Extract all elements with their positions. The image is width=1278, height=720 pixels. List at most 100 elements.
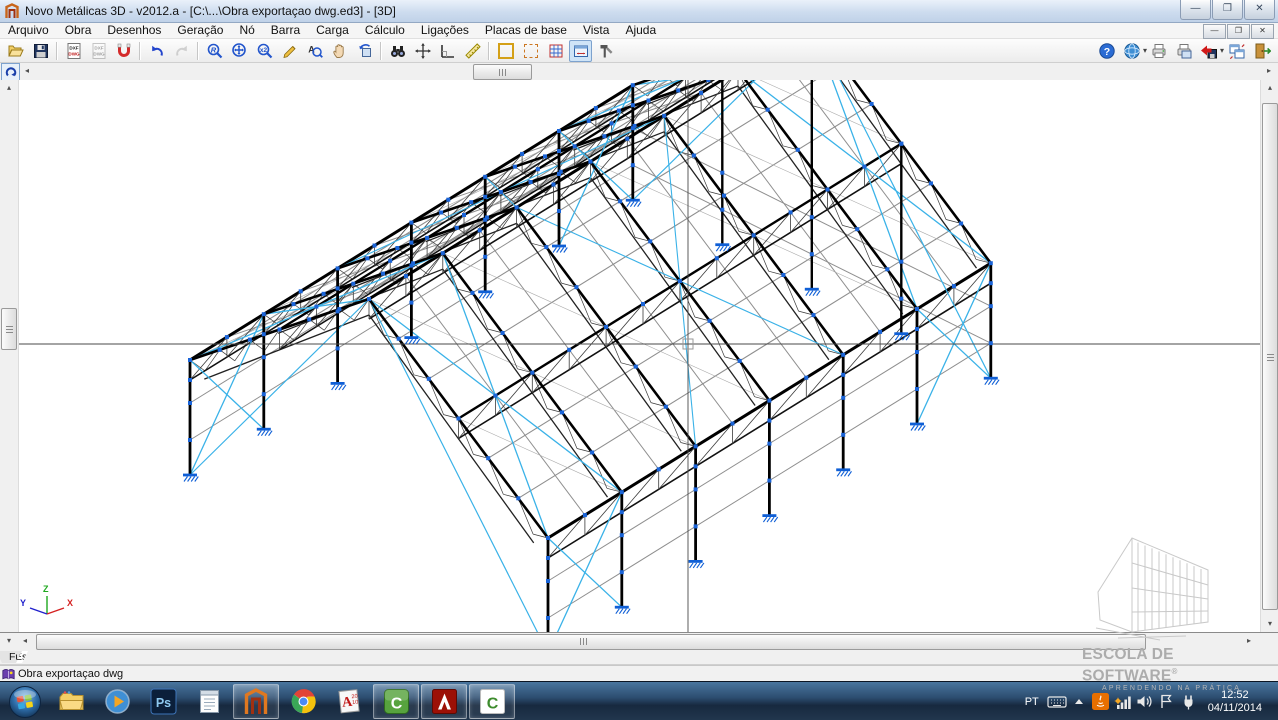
taskbar-app-camtasia-studio[interactable]: C <box>469 684 515 719</box>
menu-item-barra[interactable]: Barra <box>263 23 308 38</box>
rotate-mode-button[interactable] <box>1 63 20 81</box>
menu-item-vista[interactable]: Vista <box>575 23 617 38</box>
menu-item-geracao[interactable]: Geração <box>169 23 231 38</box>
scroll-left-arrow-bottom[interactable]: ◂ <box>18 633 32 649</box>
undo-button[interactable] <box>145 40 168 62</box>
help-button[interactable]: ? <box>1096 40 1119 62</box>
right-scrollbar-thumb[interactable] <box>1262 103 1278 610</box>
taskbar-app-camtasia-recorder[interactable]: C <box>373 684 419 719</box>
open-button[interactable] <box>4 40 27 62</box>
selection-rect-button[interactable] <box>519 40 542 62</box>
taskbar-clock[interactable]: 12:5204/11/2014 <box>1200 689 1272 715</box>
print-button[interactable] <box>1148 40 1171 62</box>
binoculars-button[interactable] <box>386 40 409 62</box>
tray-network-icon[interactable] <box>1112 693 1134 711</box>
tray-volume-icon[interactable] <box>1134 693 1156 711</box>
scroll-down-arrow-right[interactable]: ▾ <box>1261 616 1278 632</box>
horizontal-scrollbar[interactable]: ▾ ◂ ▸ <box>0 632 1278 651</box>
save-button[interactable] <box>29 40 52 62</box>
3d-model-canvas[interactable] <box>18 80 1260 632</box>
web-globe-button[interactable] <box>1121 40 1144 62</box>
svg-text:C: C <box>486 696 498 713</box>
taskbar-app-chrome[interactable] <box>281 685 325 718</box>
menu-item-ligacoes[interactable]: Ligações <box>413 23 477 38</box>
menu-item-obra[interactable]: Obra <box>57 23 100 38</box>
tools-hammer-button[interactable] <box>594 40 617 62</box>
zoom-x2-button[interactable]: x2 <box>253 40 276 62</box>
menu-item-ajuda[interactable]: Ajuda <box>617 23 664 38</box>
edit-pencil-button[interactable] <box>278 40 301 62</box>
tray-hidden-icons-icon[interactable] <box>1068 693 1090 711</box>
taskbar-app-photoshop[interactable]: Ps <box>141 685 185 718</box>
rotation-scrollbar-horizontal[interactable]: ◂ ▸ <box>0 63 1278 81</box>
start-button[interactable] <box>3 685 47 718</box>
move-node-button[interactable] <box>411 40 434 62</box>
taskbar-app-windows-explorer[interactable] <box>49 685 93 718</box>
3d-viewport[interactable] <box>18 80 1260 632</box>
windows-explorer-icon <box>58 688 85 715</box>
web-globe-dropdown-arrow[interactable]: ▾ <box>1143 46 1147 55</box>
minimize-button[interactable]: — <box>1180 0 1211 20</box>
scroll-right-arrow-bottom[interactable]: ▸ <box>1242 633 1256 649</box>
menu-item-no[interactable]: Nó <box>231 23 262 38</box>
mdi-minimize-button[interactable]: — <box>1203 24 1226 39</box>
find-text-button[interactable]: A <box>303 40 326 62</box>
frame-rect-button[interactable] <box>494 40 517 62</box>
bottom-scrollbar-thumb[interactable] <box>36 634 1146 650</box>
undo-icon <box>148 42 166 60</box>
left-scrollbar-thumb[interactable] <box>1 308 17 350</box>
taskbar-app-media-player[interactable] <box>95 685 139 718</box>
taskbar-app-notepad[interactable] <box>187 685 231 718</box>
taskbar-app-autocad[interactable]: A2010 <box>327 685 371 718</box>
rotation-scrollbar-thumb[interactable] <box>473 64 532 80</box>
menu-item-desenhos[interactable]: Desenhos <box>99 23 169 38</box>
export-disk-button[interactable] <box>1198 40 1221 62</box>
print-preview-button[interactable] <box>1173 40 1196 62</box>
menu-item-arquivo[interactable]: Arquivo <box>0 23 57 38</box>
toolbar-separator <box>488 42 490 60</box>
menu-item-carga[interactable]: Carga <box>308 23 357 38</box>
scroll-left-arrow[interactable]: ◂ <box>20 63 34 79</box>
tray-java-icon[interactable] <box>1090 693 1112 711</box>
mdi-close-button[interactable]: ✕ <box>1251 24 1274 39</box>
frame-rect-icon <box>498 43 514 59</box>
restore-button[interactable]: ❐ <box>1212 0 1243 20</box>
tray-keyboard-icon[interactable] <box>1046 693 1068 711</box>
tray-power-plug-icon[interactable] <box>1178 693 1200 711</box>
sheet-tab-bar: Estrutura Fundação <box>0 651 1278 665</box>
rotation-scrollbar-vertical[interactable]: ▴ <box>0 80 19 632</box>
exit-door-button[interactable] <box>1250 40 1273 62</box>
title-bar[interactable]: Novo Metálicas 3D - v2012.a - [C:\...\Ob… <box>0 0 1278 23</box>
menu-item-placas-de-base[interactable]: Placas de base <box>477 23 575 38</box>
close-button[interactable]: ✕ <box>1244 0 1275 20</box>
perpendicular-button[interactable] <box>436 40 459 62</box>
scroll-up-arrow-right[interactable]: ▴ <box>1261 80 1278 96</box>
scroll-down-arrow-left[interactable]: ▾ <box>0 633 18 649</box>
export-disk-dropdown-arrow[interactable]: ▾ <box>1220 46 1224 55</box>
zoom-extents-button[interactable] <box>228 40 251 62</box>
perpendicular-icon <box>439 42 457 60</box>
redo-button[interactable] <box>170 40 193 62</box>
scroll-up-arrow[interactable]: ▴ <box>0 80 18 96</box>
taskbar-app-adobe-reader[interactable] <box>421 684 467 719</box>
import-dxf-button[interactable]: DXFDWG <box>87 40 110 62</box>
rotate-view-button[interactable] <box>353 40 376 62</box>
window-view-button[interactable] <box>569 40 592 62</box>
binoculars-icon <box>389 42 407 60</box>
vertical-scrollbar[interactable]: ▴ ▾ <box>1260 80 1278 632</box>
pan-hand-button[interactable] <box>328 40 351 62</box>
menu-item-calculo[interactable]: Cálculo <box>357 23 413 38</box>
scroll-right-arrow[interactable]: ▸ <box>1262 63 1276 79</box>
mdi-restore-button[interactable]: ❐ <box>1227 24 1250 39</box>
arrange-windows-button[interactable] <box>1225 40 1248 62</box>
measure-button[interactable] <box>461 40 484 62</box>
taskbar-app-metalicas-3d[interactable] <box>233 684 279 719</box>
references-grid-button[interactable] <box>544 40 567 62</box>
zoom-window-button[interactable]: R <box>203 40 226 62</box>
export-dxf-button[interactable]: DXFDWG <box>62 40 85 62</box>
magnet-button[interactable] <box>112 40 135 62</box>
tray-action-center-icon[interactable] <box>1156 693 1178 711</box>
language-indicator[interactable]: PT <box>1018 696 1046 708</box>
clock-time: 12:52 <box>1208 689 1262 702</box>
toolbar-separator <box>197 42 199 60</box>
